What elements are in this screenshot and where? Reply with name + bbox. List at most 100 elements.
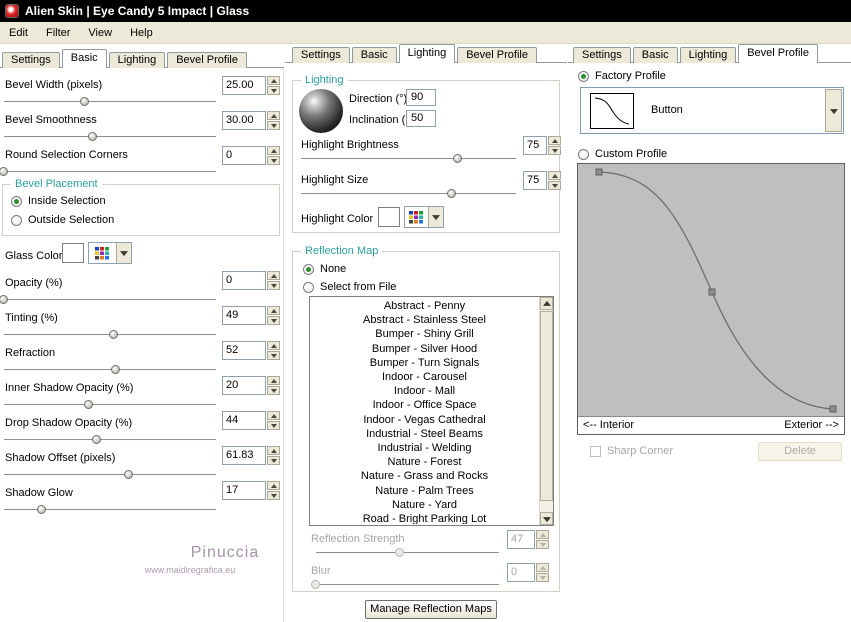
reflection-none-radio[interactable]: None — [303, 263, 346, 275]
list-item[interactable]: Abstract - Stainless Steel — [311, 313, 538, 327]
highlight-brightness-slider[interactable] — [301, 154, 516, 165]
middle-tab-bevel-profile[interactable]: Bevel Profile — [457, 47, 537, 63]
spin-up-icon[interactable] — [267, 376, 280, 385]
scrollbar-up-icon[interactable] — [540, 297, 553, 310]
inner-shadow-slider[interactable] — [4, 400, 216, 411]
middle-tab-basic[interactable]: Basic — [351, 47, 397, 63]
slider-thumb[interactable] — [109, 330, 119, 339]
radio-icon[interactable] — [303, 281, 314, 293]
slider-thumb[interactable] — [111, 365, 121, 374]
slider-track[interactable] — [4, 474, 216, 476]
factory-profile-dropdown[interactable]: Button — [580, 87, 844, 134]
round-corners-value[interactable]: 0 — [222, 146, 266, 165]
spin-up-icon[interactable] — [267, 446, 280, 455]
spin-down-icon[interactable] — [267, 386, 280, 395]
list-item[interactable]: Nature - Forest — [311, 455, 538, 469]
glass-color-dropdown[interactable] — [88, 242, 132, 264]
left-tab-basic[interactable]: Basic — [61, 49, 107, 68]
left-tab-bevel-profile[interactable]: Bevel Profile — [167, 52, 247, 68]
bevel-width-value[interactable]: 25.00 — [222, 76, 266, 95]
list-item[interactable]: Road - Bright Parking Lot — [311, 512, 538, 524]
highlight-brightness-value[interactable]: 75 — [523, 136, 547, 155]
list-item[interactable]: Nature - Palm Trees — [311, 484, 538, 498]
slider-track[interactable] — [4, 404, 216, 406]
spin-down-icon[interactable] — [267, 351, 280, 360]
refraction-slider[interactable] — [4, 365, 216, 376]
slider-thumb[interactable] — [92, 435, 102, 444]
spin-down-icon[interactable] — [267, 86, 280, 95]
drop-shadow-value[interactable]: 44 — [222, 411, 266, 430]
list-item[interactable]: Indoor - Vegas Cathedral — [311, 413, 538, 427]
right-tab-bevel-profile[interactable]: Bevel Profile — [738, 44, 818, 63]
middle-tab-lighting[interactable]: Lighting — [398, 44, 456, 63]
shadow-offset-slider[interactable] — [4, 470, 216, 481]
highlight-size-slider[interactable] — [301, 189, 516, 200]
highlight-size-value[interactable]: 75 — [523, 171, 547, 190]
slider-track[interactable] — [4, 299, 216, 301]
reflection-file-radio[interactable]: Select from File — [303, 281, 396, 293]
list-item[interactable]: Industrial - Welding — [311, 441, 538, 455]
spin-up-icon[interactable] — [267, 271, 280, 280]
glass-color-swatch[interactable] — [62, 243, 84, 263]
spin-up-icon[interactable] — [267, 111, 280, 120]
slider-thumb[interactable] — [37, 505, 47, 514]
right-tab-settings[interactable]: Settings — [573, 47, 631, 63]
slider-track[interactable] — [4, 369, 216, 371]
scrollbar-down-icon[interactable] — [540, 512, 553, 525]
dropdown-arrow-icon[interactable] — [825, 89, 842, 132]
slider-track[interactable] — [4, 439, 216, 441]
spin-down-icon[interactable] — [267, 121, 280, 130]
slider-thumb[interactable] — [0, 295, 8, 304]
spin-up-icon[interactable] — [267, 76, 280, 85]
list-item[interactable]: Indoor - Carousel — [311, 370, 538, 384]
radio-icon[interactable] — [578, 70, 589, 82]
manage-reflection-maps-button[interactable]: Manage Reflection Maps — [365, 600, 497, 619]
list-scrollbar[interactable] — [539, 297, 553, 525]
scrollbar-thumb[interactable] — [540, 311, 553, 501]
list-item[interactable]: Abstract - Penny — [311, 299, 538, 313]
left-tab-settings[interactable]: Settings — [2, 52, 60, 68]
direction-field[interactable]: 90 — [406, 89, 436, 106]
right-tab-lighting[interactable]: Lighting — [679, 47, 737, 63]
menu-edit[interactable]: Edit — [0, 27, 37, 39]
slider-thumb[interactable] — [79, 97, 89, 106]
dropdown-arrow-icon[interactable] — [428, 207, 443, 227]
list-item[interactable]: Nature - Yard — [311, 498, 538, 512]
menu-help[interactable]: Help — [121, 27, 162, 39]
right-tab-basic[interactable]: Basic — [632, 47, 678, 63]
spin-down-icon[interactable] — [548, 146, 561, 155]
outside-selection-radio[interactable]: Outside Selection — [11, 214, 114, 226]
slider-track[interactable] — [4, 509, 216, 511]
list-item[interactable]: Industrial - Steel Beams — [311, 427, 538, 441]
light-direction-ball[interactable] — [299, 89, 343, 133]
bevel-smoothness-slider[interactable] — [4, 132, 216, 143]
spin-down-icon[interactable] — [267, 281, 280, 290]
left-tab-lighting[interactable]: Lighting — [108, 52, 166, 68]
radio-icon[interactable] — [578, 148, 589, 160]
spin-down-icon[interactable] — [267, 316, 280, 325]
list-item[interactable]: Indoor - Mall — [311, 384, 538, 398]
spin-up-icon[interactable] — [267, 306, 280, 315]
menu-filter[interactable]: Filter — [37, 27, 79, 39]
opacity-value[interactable]: 0 — [222, 271, 266, 290]
slider-thumb[interactable] — [83, 400, 93, 409]
spin-down-icon[interactable] — [267, 421, 280, 430]
shadow-glow-value[interactable]: 17 — [222, 481, 266, 500]
dropdown-arrow-icon[interactable] — [116, 243, 131, 263]
tinting-slider[interactable] — [4, 330, 216, 341]
shadow-glow-slider[interactable] — [4, 505, 216, 516]
list-item[interactable]: Nature - Grass and Rocks — [311, 469, 538, 483]
list-item[interactable]: Bumper - Silver Hood — [311, 342, 538, 356]
spin-down-icon[interactable] — [267, 156, 280, 165]
slider-track[interactable] — [4, 136, 216, 138]
reflection-map-list[interactable]: Abstract - Penny Abstract - Stainless St… — [309, 296, 554, 526]
slider-track[interactable] — [4, 101, 216, 103]
radio-icon[interactable] — [11, 195, 22, 207]
spin-up-icon[interactable] — [548, 171, 561, 180]
spin-up-icon[interactable] — [548, 136, 561, 145]
highlight-color-dropdown[interactable] — [404, 206, 444, 228]
slider-thumb[interactable] — [446, 189, 456, 198]
round-corners-slider[interactable] — [0, 167, 216, 178]
bevel-smoothness-value[interactable]: 30.00 — [222, 111, 266, 130]
radio-icon[interactable] — [11, 214, 22, 226]
